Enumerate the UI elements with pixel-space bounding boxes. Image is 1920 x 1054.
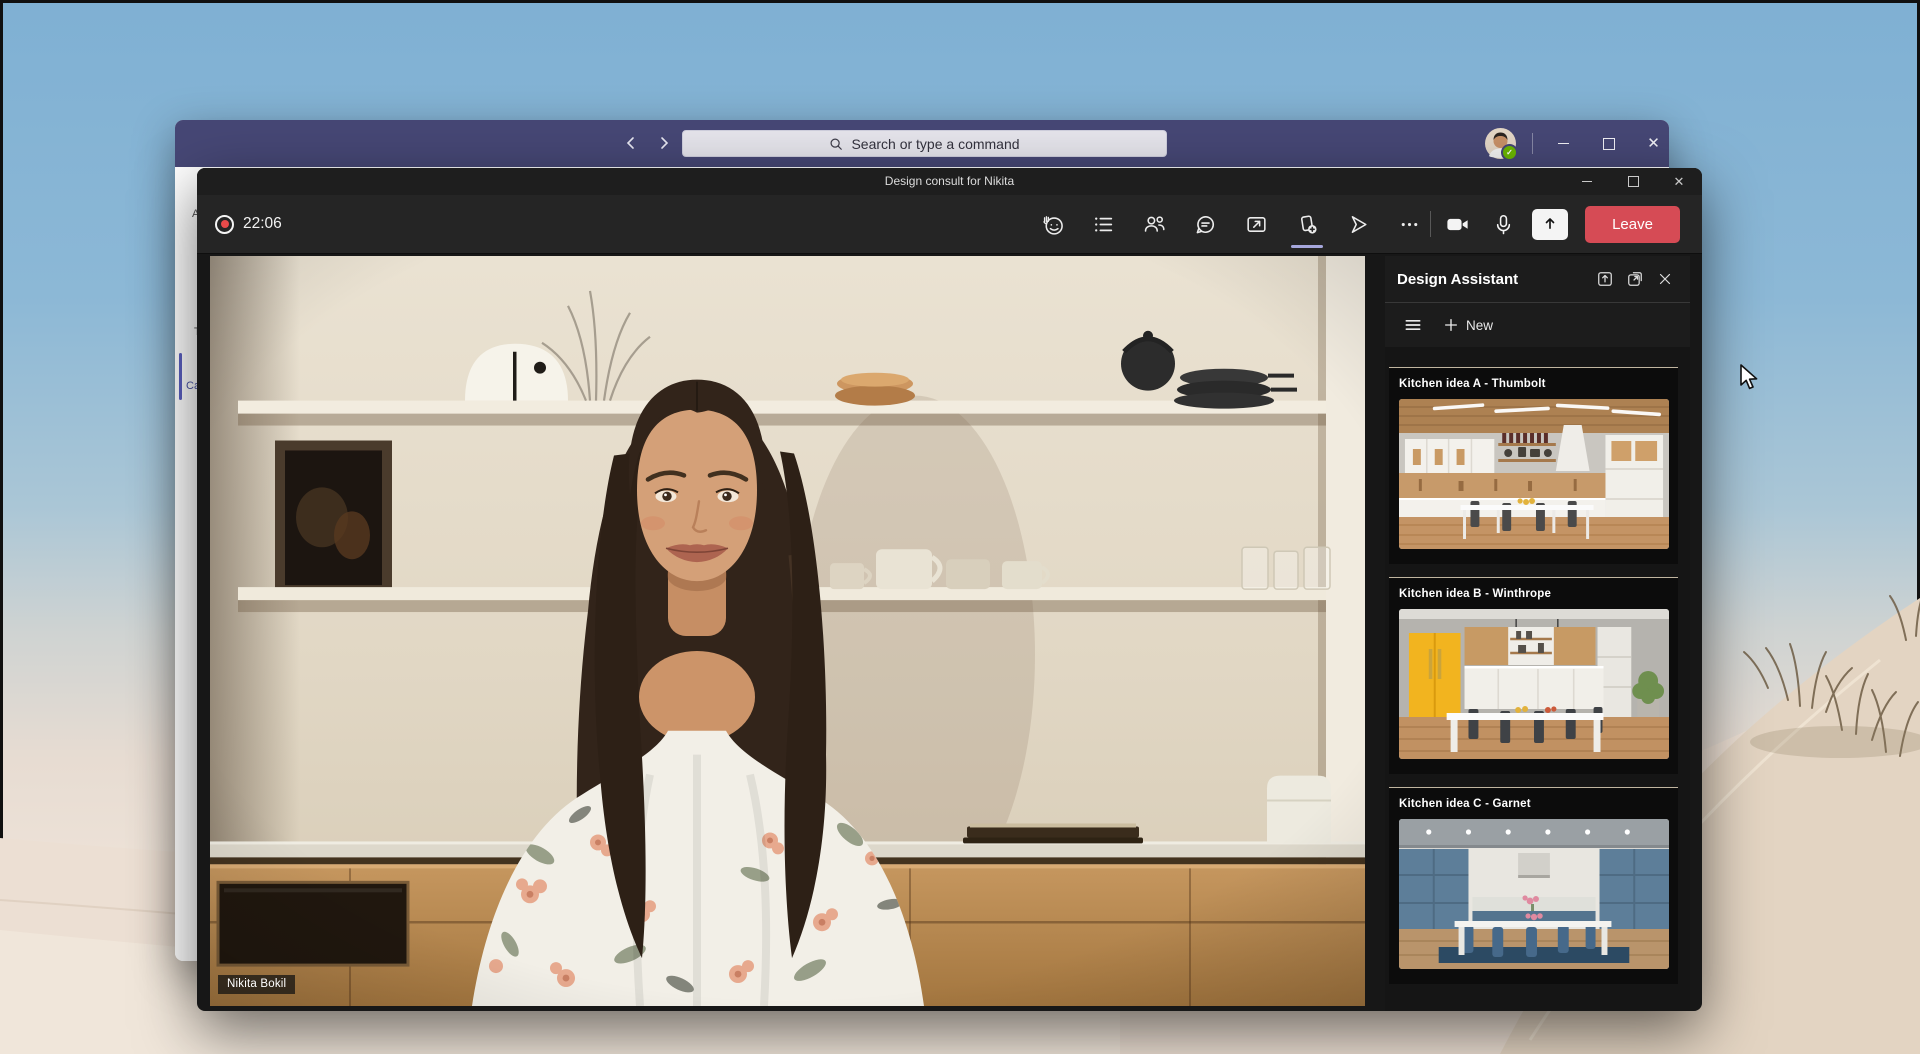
assistant-bot-button[interactable] bbox=[1341, 207, 1375, 241]
meeting-title: Design consult for Nikita bbox=[197, 168, 1702, 195]
meeting-timer: 22:06 bbox=[243, 215, 282, 233]
new-label: New bbox=[1466, 318, 1493, 333]
kitchen-a-illustration bbox=[1399, 399, 1669, 549]
toolbar-separator bbox=[1430, 211, 1431, 237]
close-icon: ✕ bbox=[1647, 136, 1660, 151]
microphone-button[interactable] bbox=[1486, 207, 1520, 241]
more-options-button[interactable] bbox=[1392, 207, 1426, 241]
avatar[interactable]: ✓ bbox=[1485, 128, 1516, 159]
search-placeholder: Search or type a command bbox=[851, 136, 1019, 152]
chat-button[interactable] bbox=[1188, 207, 1222, 241]
close-icon: ✕ bbox=[1674, 175, 1685, 188]
card-title: Kitchen idea A - Thumbolt bbox=[1399, 378, 1669, 390]
teams-close-button[interactable]: ✕ bbox=[1631, 120, 1676, 167]
agenda-button[interactable] bbox=[1086, 207, 1120, 241]
camera-button[interactable] bbox=[1440, 207, 1474, 241]
rail-selection-indicator bbox=[179, 353, 182, 400]
panel-close-button[interactable] bbox=[1650, 264, 1680, 294]
panel-title: Design Assistant bbox=[1397, 271, 1590, 288]
reactions-button[interactable] bbox=[1035, 207, 1069, 241]
card-title: Kitchen idea B - Winthrope bbox=[1399, 588, 1669, 600]
design-card-list: Kitchen idea A - Thumbolt bbox=[1385, 347, 1690, 1011]
teams-app-rail-partial: A T Ca bbox=[175, 167, 198, 961]
hamburger-menu-icon bbox=[1403, 315, 1423, 335]
chevron-left-icon bbox=[624, 136, 638, 150]
minimize-icon bbox=[1582, 181, 1592, 182]
search-icon bbox=[829, 137, 843, 151]
more-options-icon bbox=[1397, 212, 1422, 237]
participants-icon bbox=[1142, 212, 1167, 237]
recording-dot-icon bbox=[215, 215, 234, 234]
leave-button[interactable]: Leave bbox=[1585, 206, 1680, 243]
titlebar-separator bbox=[1532, 133, 1533, 154]
pop-out-icon bbox=[1625, 269, 1645, 289]
meeting-title-bar: Design consult for Nikita ✕ bbox=[197, 168, 1702, 196]
video-feed: Nikita Bokil bbox=[210, 256, 1365, 1006]
chat-icon bbox=[1193, 212, 1218, 237]
back-button[interactable] bbox=[622, 134, 640, 152]
status-available-badge: ✓ bbox=[1501, 144, 1518, 161]
forward-button[interactable] bbox=[655, 134, 673, 152]
reactions-icon bbox=[1040, 212, 1065, 237]
kitchen-b-illustration bbox=[1399, 609, 1669, 759]
video-scene-kitchen bbox=[210, 256, 1365, 1006]
panel-popout-button[interactable] bbox=[1620, 264, 1650, 294]
meeting-maximize-button[interactable] bbox=[1610, 168, 1656, 195]
kitchen-image-c[interactable] bbox=[1399, 819, 1669, 969]
design-card-a[interactable]: Kitchen idea A - Thumbolt bbox=[1389, 367, 1678, 564]
panel-upload-button[interactable] bbox=[1590, 264, 1620, 294]
apps-icon bbox=[1295, 212, 1320, 237]
microphone-icon bbox=[1491, 212, 1516, 237]
agenda-list-icon bbox=[1091, 212, 1116, 237]
upload-tray-button[interactable] bbox=[1532, 209, 1568, 240]
upload-box-icon bbox=[1595, 269, 1615, 289]
panel-menu-button[interactable] bbox=[1397, 310, 1429, 340]
assistant-bot-icon bbox=[1346, 212, 1371, 237]
design-card-b[interactable]: Kitchen idea B - Winthrope bbox=[1389, 577, 1678, 774]
kitchen-c-illustration bbox=[1399, 819, 1669, 969]
participant-name-tag: Nikita Bokil bbox=[218, 975, 295, 994]
kitchen-image-a[interactable] bbox=[1399, 399, 1669, 549]
panel-header: Design Assistant bbox=[1385, 256, 1690, 303]
share-screen-button[interactable] bbox=[1239, 207, 1273, 241]
maximize-icon bbox=[1603, 138, 1615, 150]
meeting-close-button[interactable]: ✕ bbox=[1656, 168, 1702, 195]
mouse-cursor-icon bbox=[1737, 363, 1763, 391]
recording-indicator: 22:06 bbox=[215, 195, 282, 253]
meeting-window: Design consult for Nikita ✕ 22:06 bbox=[197, 168, 1702, 1011]
teams-maximize-button[interactable] bbox=[1586, 120, 1631, 167]
close-icon bbox=[1656, 270, 1674, 288]
share-screen-icon bbox=[1244, 212, 1269, 237]
active-tool-underline bbox=[1291, 245, 1323, 248]
design-assistant-panel: Design Assistant bbox=[1385, 256, 1690, 1011]
apps-button[interactable] bbox=[1290, 207, 1324, 241]
desktop: Search or type a command ✓ ✕ A T C bbox=[0, 0, 1920, 1054]
upload-arrow-icon bbox=[1540, 214, 1560, 234]
design-card-c[interactable]: Kitchen idea C - Garnet bbox=[1389, 787, 1678, 984]
teams-title-bar: Search or type a command ✓ ✕ bbox=[175, 120, 1669, 167]
search-input[interactable]: Search or type a command bbox=[682, 130, 1167, 157]
participants-button[interactable] bbox=[1137, 207, 1171, 241]
plus-icon bbox=[1443, 317, 1459, 333]
new-design-button[interactable]: New bbox=[1437, 310, 1499, 340]
meeting-toolbar: 22:06 bbox=[197, 195, 1702, 254]
panel-actions-row: New bbox=[1385, 303, 1690, 347]
maximize-icon bbox=[1628, 176, 1639, 187]
kitchen-image-b[interactable] bbox=[1399, 609, 1669, 759]
teams-minimize-button[interactable] bbox=[1541, 120, 1586, 167]
meeting-minimize-button[interactable] bbox=[1564, 168, 1610, 195]
card-title: Kitchen idea C - Garnet bbox=[1399, 798, 1669, 810]
camera-icon bbox=[1444, 211, 1471, 238]
chevron-right-icon bbox=[657, 136, 671, 150]
minimize-icon bbox=[1558, 143, 1569, 145]
